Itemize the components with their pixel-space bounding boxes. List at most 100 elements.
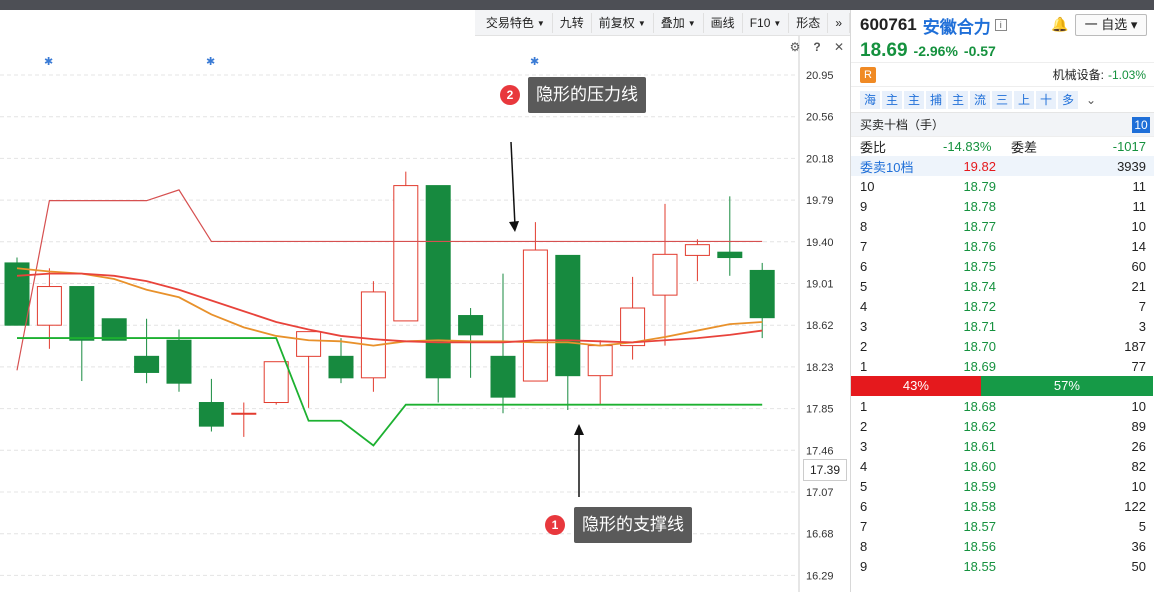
ask-level: 9 [860, 198, 868, 214]
toolbar-button-0[interactable]: 交易特色 ▼ [479, 12, 553, 33]
sell-ratio-bar: 43% [851, 376, 981, 396]
candle-body [555, 254, 581, 377]
ask-volume: 187 [1124, 338, 1146, 354]
sell10-label: 委卖10档 [860, 159, 914, 175]
toolbar-button-2[interactable]: 前复权 ▼ [592, 12, 654, 33]
support-line [17, 337, 763, 447]
quick-tab-0[interactable]: 海 [860, 90, 880, 109]
toolbar-button-label: » [835, 15, 842, 30]
ask-row[interactable]: 1 18.69 77 [851, 356, 1154, 376]
watchlist-button[interactable]: 一 自选 ▾ [1075, 14, 1147, 36]
ask-volume: 11 [1132, 198, 1147, 214]
chart-corner-icons: ⚙ ? ✕ [788, 40, 846, 54]
ask-volume: 21 [1131, 278, 1146, 294]
ask-row[interactable]: 6 18.75 60 [851, 256, 1154, 276]
candle-body [522, 249, 548, 382]
bid-row[interactable]: 5 18.59 10 [851, 476, 1154, 496]
toolbar-button-1[interactable]: 九转 [553, 12, 592, 33]
y-tick-label: 17.07 [806, 487, 834, 499]
bid-row[interactable]: 6 18.58 122 [851, 496, 1154, 516]
ask-list: 10 18.79 11 9 18.78 11 8 18.77 10 7 18.76 14 6 18.75 6… [851, 176, 1154, 376]
toolbar-button-label: F10 [749, 15, 771, 30]
kline-chart-panel[interactable]: 20.95 20.56 20.18 19.79 19.40 19.01 18.62 18.23… [0, 10, 850, 592]
bid-row[interactable]: 9 18.55 50 [851, 556, 1154, 576]
pct-change: -2.96% [913, 43, 958, 59]
bid-row[interactable]: 1 18.68 10 [851, 396, 1154, 416]
bid-row[interactable]: 3 18.61 26 [851, 436, 1154, 456]
bid-volume: 5 [1138, 518, 1146, 534]
caret-down-icon: ▼ [637, 18, 646, 28]
sector-row: R 机械设备: -1.03% [851, 62, 1154, 86]
ask-price: 18.72 [963, 298, 996, 314]
candle-body [231, 412, 257, 415]
ask-price: 18.75 [963, 258, 996, 274]
caret-down-icon: ▼ [687, 18, 696, 28]
bid-volume: 82 [1131, 458, 1146, 474]
toolbar-button-3[interactable]: 叠加 ▼ [654, 12, 704, 33]
ratio-value: -14.83% [943, 139, 992, 154]
ask-row[interactable]: 5 18.74 21 [851, 276, 1154, 296]
chevron-down-icon[interactable]: ⌄ [1086, 93, 1096, 107]
quick-tab-2[interactable]: 主 [904, 90, 924, 109]
toolbar-button-5[interactable]: F10 ▼ [743, 12, 790, 33]
sector-name[interactable]: 机械设备: [1053, 66, 1104, 83]
marker-icon: ✱ [530, 56, 539, 68]
ask-price: 18.71 [963, 318, 996, 334]
ask-row[interactable]: 9 18.78 11 [851, 196, 1154, 216]
stock-code: 600761 [860, 15, 917, 34]
bid-row[interactable]: 2 18.62 89 [851, 416, 1154, 436]
toolbar-button-6[interactable]: 形态 [789, 12, 829, 33]
support-badge: 1 [545, 515, 565, 535]
quick-tab-9[interactable]: 多 [1058, 90, 1078, 109]
resistance-callout: 隐形的压力线 [528, 77, 646, 113]
quick-tab-3[interactable]: 捕 [926, 90, 946, 109]
bid-row[interactable]: 8 18.56 36 [851, 536, 1154, 556]
quick-tab-8[interactable]: 十 [1036, 90, 1056, 109]
toolbar-button-4[interactable]: 画线 [704, 12, 743, 33]
quick-tab-1[interactable]: 主 [882, 90, 902, 109]
quick-tab-5[interactable]: 流 [970, 90, 990, 109]
r-badge: R [860, 66, 876, 83]
bid-row[interactable]: 4 18.60 82 [851, 456, 1154, 476]
kline-chart[interactable]: 20.95 20.56 20.18 19.79 19.40 19.01 18.62 18.23… [0, 10, 850, 592]
candle-body [36, 286, 62, 326]
y-tick-label: 19.40 [806, 237, 834, 249]
quick-tab-4[interactable]: 主 [948, 90, 968, 109]
help-icon[interactable]: ? [810, 40, 824, 54]
quick-tab-7[interactable]: 上 [1014, 90, 1034, 109]
ask-row[interactable]: 2 18.70 187 [851, 336, 1154, 356]
candle-body [263, 361, 289, 404]
candle-body [425, 185, 451, 379]
ask-price: 18.70 [963, 338, 996, 354]
chart-toolbar: 交易特色 ▼ 九转 前复权 ▼ 叠加 ▼ 画线 F10 ▼ 形态» [474, 10, 850, 36]
y-tick-label: 20.18 [806, 153, 834, 165]
quote-side-panel: 600761 安徽合力 i 🔔 一 自选 ▾ 18.69 -2.96% -0.5… [850, 10, 1154, 592]
y-tick-label: 19.01 [806, 279, 834, 291]
resistance-badge: 2 [500, 85, 520, 105]
toolbar-button-label: 形态 [796, 15, 821, 30]
ask-row[interactable]: 3 18.71 3 [851, 316, 1154, 336]
ask-price: 18.77 [963, 218, 996, 234]
ask-row[interactable]: 10 18.79 11 [851, 176, 1154, 196]
ask-level: 3 [860, 318, 868, 334]
candle-body [620, 307, 646, 347]
buy-sell-ratio-bar: 43% 57% [851, 376, 1154, 396]
info-icon[interactable]: i [994, 19, 1007, 31]
caret-down-icon: ▼ [536, 18, 545, 28]
bell-icon[interactable]: 🔔 [1051, 16, 1069, 34]
gear-icon[interactable]: ⚙ [788, 40, 802, 54]
top-window-strip [0, 0, 1154, 10]
quick-tab-6[interactable]: 三 [992, 90, 1012, 109]
toolbar-button-label: 九转 [559, 15, 584, 30]
ask-row[interactable]: 4 18.72 7 [851, 296, 1154, 316]
bid-row[interactable]: 7 18.57 5 [851, 516, 1154, 536]
ask-row[interactable]: 8 18.77 10 [851, 216, 1154, 236]
order-book-depth[interactable]: 10 [1132, 116, 1150, 133]
close-icon[interactable]: ✕ [832, 40, 846, 54]
toolbar-button-7[interactable]: » [828, 12, 850, 33]
ask-row[interactable]: 7 18.76 14 [851, 236, 1154, 256]
ma-line-orange [16, 267, 763, 347]
ask-price: 18.74 [963, 278, 996, 294]
candle-body [717, 251, 743, 259]
stock-name[interactable]: 安徽合力 [923, 13, 991, 38]
